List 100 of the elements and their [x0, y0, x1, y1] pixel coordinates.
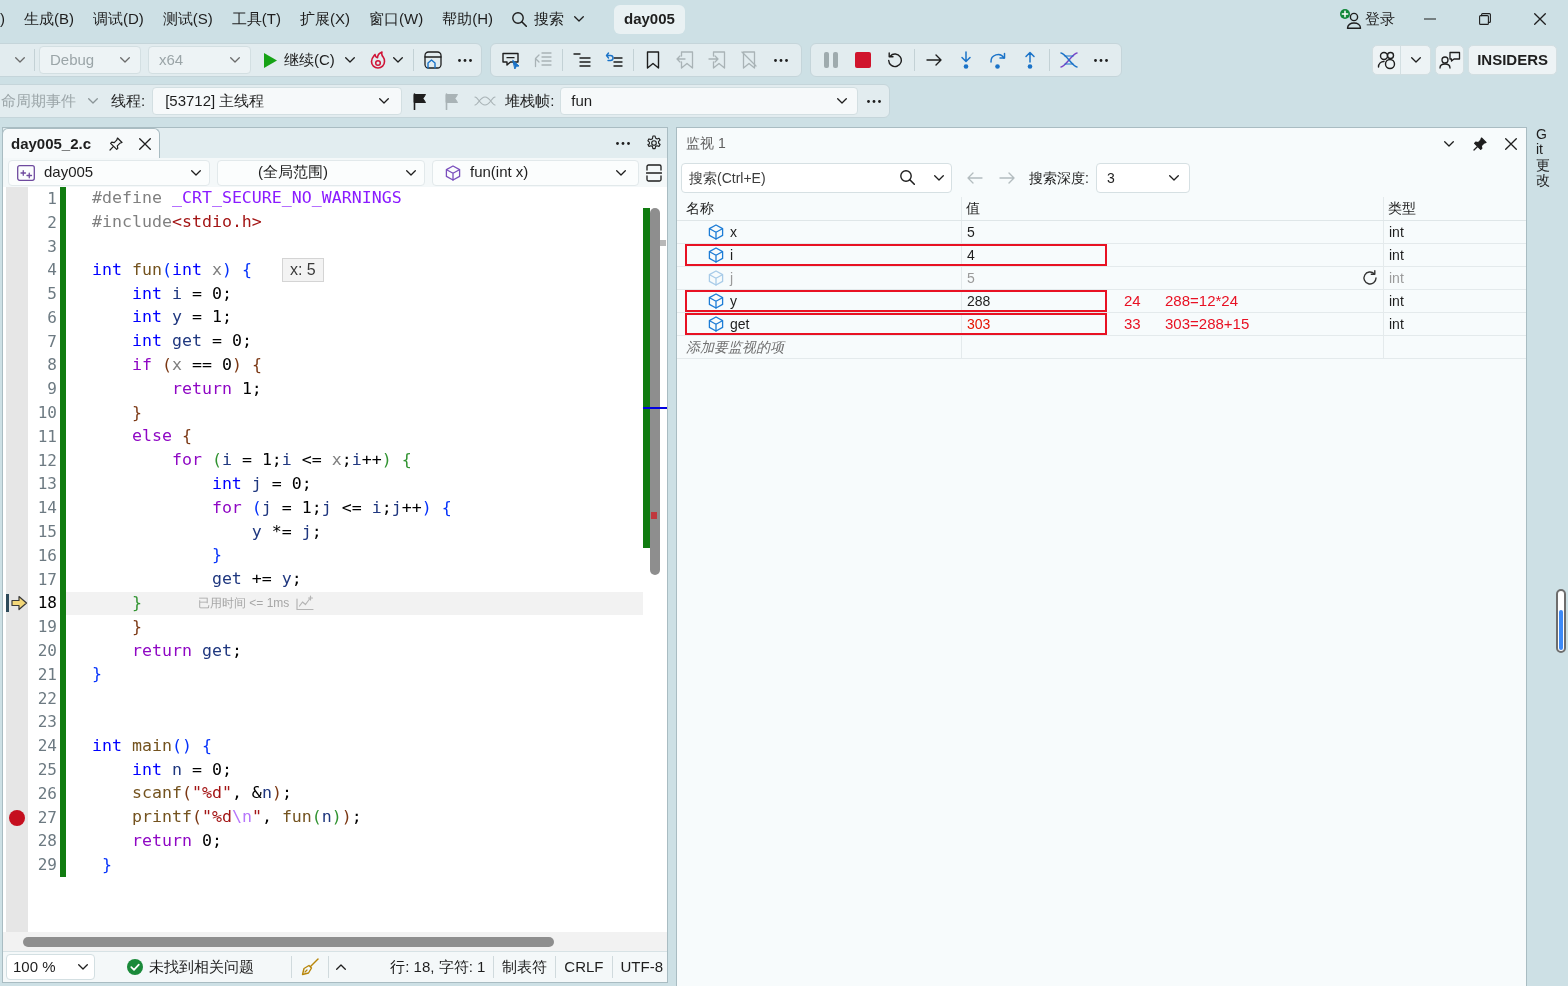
- cursor-position[interactable]: 行: 18, 字符: 1: [390, 955, 486, 979]
- line-number: 3: [47, 235, 57, 258]
- menu-item[interactable]: 帮助(H): [442, 7, 493, 31]
- variable-name: j: [730, 268, 734, 288]
- bookmark-previous-icon[interactable]: [676, 51, 694, 69]
- more-icon[interactable]: [774, 58, 788, 62]
- add-watch-field[interactable]: 添加要监视的项: [686, 336, 784, 358]
- step-out-icon[interactable]: [1024, 51, 1036, 69]
- more-icon[interactable]: [616, 141, 630, 145]
- caret-up-icon[interactable]: [336, 964, 346, 970]
- panel-title: 监视 1: [686, 134, 726, 153]
- search-button[interactable]: 搜索: [511, 7, 584, 31]
- thread-dropdown[interactable]: [53712] 主线程: [152, 87, 403, 115]
- continue-button[interactable]: 继续(C): [264, 48, 335, 72]
- arrow-right-icon[interactable]: [926, 54, 942, 66]
- variable-icon: [708, 293, 724, 309]
- menu-item[interactable]: 扩展(X): [300, 7, 350, 31]
- chart-icon[interactable]: [296, 595, 315, 612]
- perf-tip: 已用时间 <= 1ms: [197, 595, 290, 613]
- issues-status[interactable]: 未找到相关问题: [149, 955, 254, 979]
- scrollbar-thumb[interactable]: [650, 208, 660, 575]
- chevron-down-icon: [934, 175, 944, 181]
- menu-item[interactable]: 调试(D): [93, 7, 144, 31]
- menu-item[interactable]: 生成(B): [24, 7, 74, 31]
- chevron-down-icon: [616, 169, 626, 176]
- search-field[interactable]: 搜索(Ctrl+E): [681, 163, 952, 193]
- variable-name: y: [730, 291, 737, 311]
- close-icon[interactable]: [1534, 13, 1546, 25]
- chevron-down-icon: [120, 57, 130, 63]
- people-icon[interactable]: [1376, 50, 1397, 70]
- member-dropdown[interactable]: fun(int x): [432, 159, 639, 186]
- lines-undo-icon[interactable]: [605, 52, 623, 68]
- glyph-margin-cell[interactable]: [6, 187, 28, 211]
- settings-icon[interactable]: [646, 135, 662, 151]
- column-header[interactable]: 值: [966, 198, 980, 219]
- stop-icon[interactable]: [855, 52, 871, 68]
- variable-value: 5: [967, 268, 976, 288]
- zoom-dropdown[interactable]: 100 %: [6, 954, 95, 980]
- line-ending[interactable]: CRLF: [564, 955, 604, 979]
- indent-mode[interactable]: 制表符: [502, 955, 548, 979]
- bookmark-clear-icon[interactable]: [741, 51, 757, 69]
- column-header[interactable]: 类型: [1388, 198, 1416, 219]
- search-icon: [900, 170, 915, 185]
- stack-frame-dropdown[interactable]: fun: [560, 87, 859, 115]
- stack-frame-label: 堆栈帧:: [505, 90, 555, 111]
- chevron-down-icon: [78, 964, 88, 970]
- bookmark-next-icon[interactable]: [708, 51, 726, 69]
- chevron-down-icon[interactable]: [1410, 57, 1421, 63]
- scroll-marker: [660, 240, 666, 246]
- wave-icon[interactable]: [474, 94, 497, 108]
- flame-icon[interactable]: [368, 51, 387, 69]
- editor-tab[interactable]: day005_2.c: [2, 128, 160, 159]
- variable-value: 5: [967, 222, 976, 242]
- chevron-down-icon[interactable]: [344, 57, 355, 63]
- scrollbar-thumb[interactable]: [1556, 589, 1566, 653]
- split-editor-icon[interactable]: [646, 163, 662, 182]
- scope-dropdown[interactable]: (全局范围): [217, 159, 425, 186]
- menu-item[interactable]: 测试(S): [162, 7, 213, 31]
- depth-dropdown[interactable]: 3: [1095, 163, 1190, 193]
- chevron-down-icon[interactable]: [1444, 140, 1454, 147]
- lines-arrow-icon[interactable]: [534, 51, 552, 69]
- more-icon[interactable]: [1094, 58, 1108, 62]
- arrow-left-icon[interactable]: [967, 172, 983, 184]
- person-add-icon: [1340, 9, 1362, 29]
- code-line: for (i = 1;i <= x;i++) {: [171, 449, 412, 472]
- more-icon[interactable]: [867, 99, 882, 103]
- restore-icon[interactable]: [1479, 13, 1491, 25]
- pin-icon[interactable]: [1473, 136, 1487, 151]
- line-number: 27: [37, 806, 57, 829]
- variable-icon: [708, 224, 724, 240]
- pause-icon[interactable]: [824, 52, 838, 68]
- helix-icon[interactable]: [1059, 51, 1079, 69]
- flag-icon[interactable]: [413, 92, 428, 110]
- scrollbar-thumb[interactable]: [23, 936, 554, 947]
- variable-type: int: [1389, 245, 1404, 265]
- side-tab[interactable]: Git 更改: [1536, 127, 1548, 189]
- variable-value: 303: [967, 314, 992, 334]
- close-icon[interactable]: [1505, 137, 1517, 150]
- broom-icon[interactable]: [301, 958, 319, 976]
- menu-item[interactable]: 窗口(W): [369, 7, 424, 31]
- column-header[interactable]: 名称: [686, 198, 714, 219]
- chevron-down-icon: [1168, 175, 1179, 181]
- speech-bubble-icon[interactable]: [501, 51, 521, 69]
- restart-icon[interactable]: [887, 52, 903, 68]
- menu-item[interactable]: ): [0, 7, 5, 31]
- project-dropdown[interactable]: day005: [8, 159, 210, 186]
- lines-icon[interactable]: [573, 52, 591, 68]
- minimize-icon[interactable]: [1424, 18, 1436, 20]
- menu-item[interactable]: 工具(T): [231, 7, 281, 31]
- encoding[interactable]: UTF-8: [620, 955, 663, 979]
- step-over-icon[interactable]: [989, 51, 1007, 69]
- bookmark-icon[interactable]: [646, 51, 660, 69]
- chevron-down-icon[interactable]: [392, 57, 403, 63]
- more-icon[interactable]: [457, 58, 472, 62]
- sign-in-button[interactable]: 登录: [1340, 7, 1395, 31]
- window-icon[interactable]: [423, 51, 442, 69]
- refresh-icon[interactable]: [1362, 270, 1378, 286]
- person-chat-button[interactable]: [1435, 45, 1465, 75]
- insiders-button[interactable]: INSIDERS: [1468, 45, 1557, 75]
- step-into-icon[interactable]: [960, 51, 972, 69]
